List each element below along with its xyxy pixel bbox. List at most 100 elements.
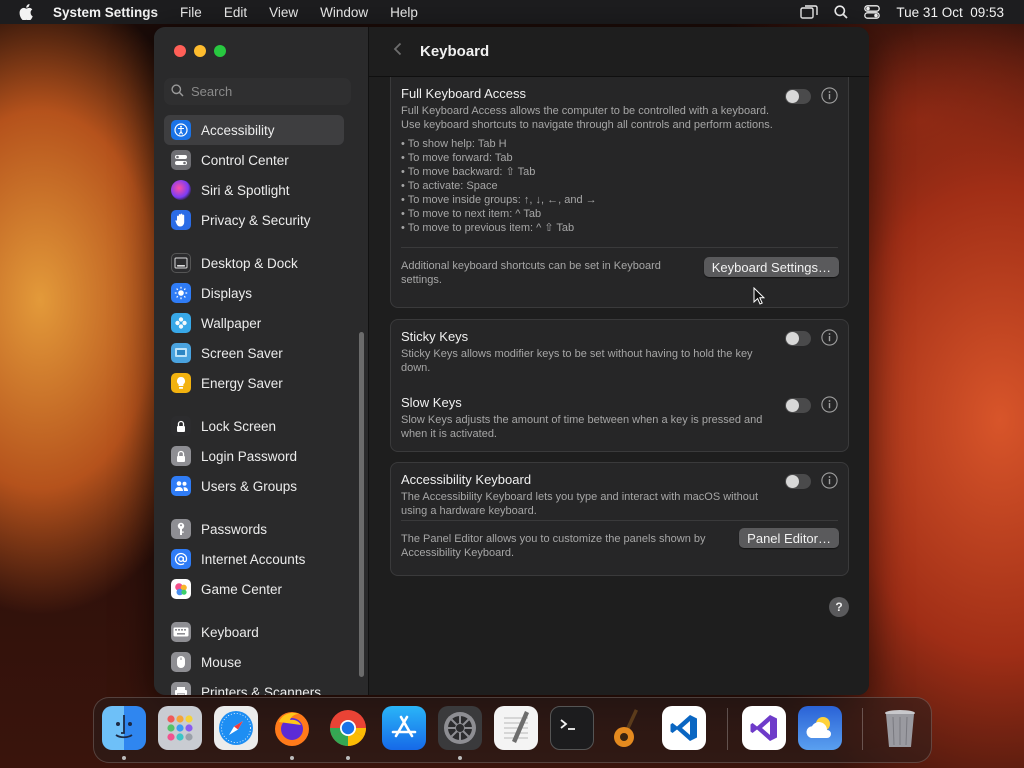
accessibility-keyboard-group: Accessibility Keyboard The Accessibility… (390, 462, 849, 576)
accessibility-keyboard-toggle[interactable] (785, 474, 811, 489)
sticky-keys-row: Sticky Keys Sticky Keys allows modifier … (391, 320, 848, 386)
vscode-icon[interactable] (662, 706, 706, 750)
help-button[interactable]: ? (829, 597, 849, 617)
slow-keys-description: Slow Keys adjusts the amount of time bet… (401, 414, 763, 440)
sidebar-item-label: Desktop & Dock (201, 255, 298, 271)
zoom-button[interactable] (214, 45, 226, 57)
sticky-keys-info-icon[interactable] (821, 329, 838, 346)
sidebar-item-wallpaper[interactable]: Wallpaper (164, 308, 344, 338)
keyboard-settings-button[interactable]: Keyboard Settings… (703, 257, 839, 277)
dock-separator (862, 708, 863, 750)
hand-icon (171, 210, 191, 230)
accessibility-keyboard-info-icon[interactable] (821, 472, 838, 489)
sidebar-item-label: Internet Accounts (201, 551, 306, 567)
sidebar-item-energy-saver[interactable]: Energy Saver (164, 368, 344, 398)
sidebar-item-game-center[interactable]: Game Center (164, 574, 344, 604)
sidebar-item-screen-saver[interactable]: Screen Saver (164, 338, 344, 368)
sidebar-item-printers-scanners[interactable]: Printers & Scanners (164, 677, 344, 695)
sidebar-item-keyboard[interactable]: Keyboard (164, 617, 344, 647)
back-chevron-icon[interactable] (393, 42, 402, 61)
sidebar-item-label: Mouse (201, 654, 242, 670)
sidebar-item-desktop-dock[interactable]: Desktop & Dock (164, 248, 344, 278)
apple-menu-icon[interactable] (19, 4, 35, 20)
launchpad-icon[interactable] (158, 706, 202, 750)
shortcut-tip: • To show help: Tab H (401, 138, 507, 150)
full-keyboard-access-info-icon[interactable] (821, 87, 838, 104)
menubar-clock[interactable]: Tue 31 Oct 09:53 (896, 5, 1004, 20)
terminal-icon[interactable] (550, 706, 594, 750)
garageband-icon[interactable] (606, 706, 650, 750)
menu-window[interactable]: Window (320, 5, 368, 20)
close-button[interactable] (174, 45, 186, 57)
page-title: Keyboard (420, 43, 490, 60)
sidebar-nav: Accessibility Control Center Siri & Spot… (164, 115, 344, 695)
at-icon (171, 549, 191, 569)
sidebar-item-label: Game Center (201, 581, 283, 597)
minimize-button[interactable] (194, 45, 206, 57)
finder-icon[interactable] (102, 706, 146, 750)
sidebar-item-displays[interactable]: Displays (164, 278, 344, 308)
sticky-slow-keys-group: Sticky Keys Sticky Keys allows modifier … (390, 319, 849, 452)
sidebar-item-label: Passwords (201, 521, 268, 537)
chrome-icon[interactable] (326, 706, 370, 750)
spotlight-search-icon[interactable] (834, 5, 849, 19)
sidebar-item-label: Energy Saver (201, 375, 283, 391)
sidebar-scrollbar[interactable] (359, 332, 364, 677)
slow-keys-toggle[interactable] (785, 398, 811, 413)
sidebar-item-internet-accounts[interactable]: Internet Accounts (164, 544, 344, 574)
sidebar-item-label: Lock Screen (201, 418, 277, 434)
running-indicator (122, 756, 126, 760)
shortcut-tips-list: • To show help: Tab H • To move forward:… (401, 137, 838, 235)
full-keyboard-access-title: Full Keyboard Access (401, 86, 527, 101)
textedit-icon[interactable] (494, 706, 538, 750)
sidebar-item-users-groups[interactable]: Users & Groups (164, 471, 344, 501)
sidebar-item-lock-screen[interactable]: Lock Screen (164, 411, 344, 441)
sticky-keys-toggle[interactable] (785, 331, 811, 346)
shortcut-tip: • To move inside groups: ↑, ↓, ←, and → (401, 194, 597, 206)
control-center-menubar-icon[interactable] (864, 5, 881, 19)
sidebar-item-label: Login Password (201, 448, 298, 464)
siri-icon (171, 180, 191, 200)
sidebar-item-login-password[interactable]: Login Password (164, 441, 344, 471)
sidebar-item-mouse[interactable]: Mouse (164, 647, 344, 677)
shortcut-tip: • To move to next item: ^ Tab (401, 208, 542, 220)
sidebar-item-label: Control Center (201, 152, 289, 168)
panel-editor-row: The Panel Editor allows you to customize… (391, 521, 848, 571)
weather-icon[interactable] (798, 706, 842, 750)
wallpaper-icon (171, 313, 191, 333)
visual-studio-icon[interactable] (742, 706, 786, 750)
trash-icon[interactable] (878, 706, 922, 750)
sidebar-item-label: Keyboard (201, 624, 259, 640)
full-keyboard-access-toggle[interactable] (785, 89, 811, 104)
running-indicator (346, 756, 350, 760)
panel-editor-button[interactable]: Panel Editor… (739, 528, 839, 548)
dock (93, 697, 932, 763)
firefox-icon[interactable] (270, 706, 314, 750)
shortcut-tip: • To move backward: ⇧ Tab (401, 166, 536, 178)
search-icon (171, 83, 191, 100)
menu-help[interactable]: Help (390, 5, 418, 20)
safari-icon[interactable] (214, 706, 258, 750)
sidebar-item-privacy-security[interactable]: Privacy & Security (164, 205, 344, 235)
menu-app-name[interactable]: System Settings (53, 5, 158, 20)
sidebar-item-siri-spotlight[interactable]: Siri & Spotlight (164, 175, 344, 205)
app-store-icon[interactable] (382, 706, 426, 750)
sidebar-item-accessibility[interactable]: Accessibility (164, 115, 344, 145)
menu-view[interactable]: View (269, 5, 298, 20)
menu-file[interactable]: File (180, 5, 202, 20)
sidebar-item-label: Privacy & Security (201, 212, 311, 228)
sticky-keys-title: Sticky Keys (401, 329, 469, 344)
slow-keys-info-icon[interactable] (821, 396, 838, 413)
search-field[interactable]: Search (164, 78, 351, 105)
content-titlebar: Keyboard (369, 27, 869, 77)
desktop-dock-icon (171, 253, 191, 273)
sidebar-item-control-center[interactable]: Control Center (164, 145, 344, 175)
system-settings-icon[interactable] (438, 706, 482, 750)
screen-mirroring-icon[interactable] (800, 5, 819, 19)
sidebar-item-passwords[interactable]: Passwords (164, 514, 344, 544)
menu-edit[interactable]: Edit (224, 5, 247, 20)
sidebar-item-label: Siri & Spotlight (201, 182, 290, 198)
energy-saver-icon (171, 373, 191, 393)
